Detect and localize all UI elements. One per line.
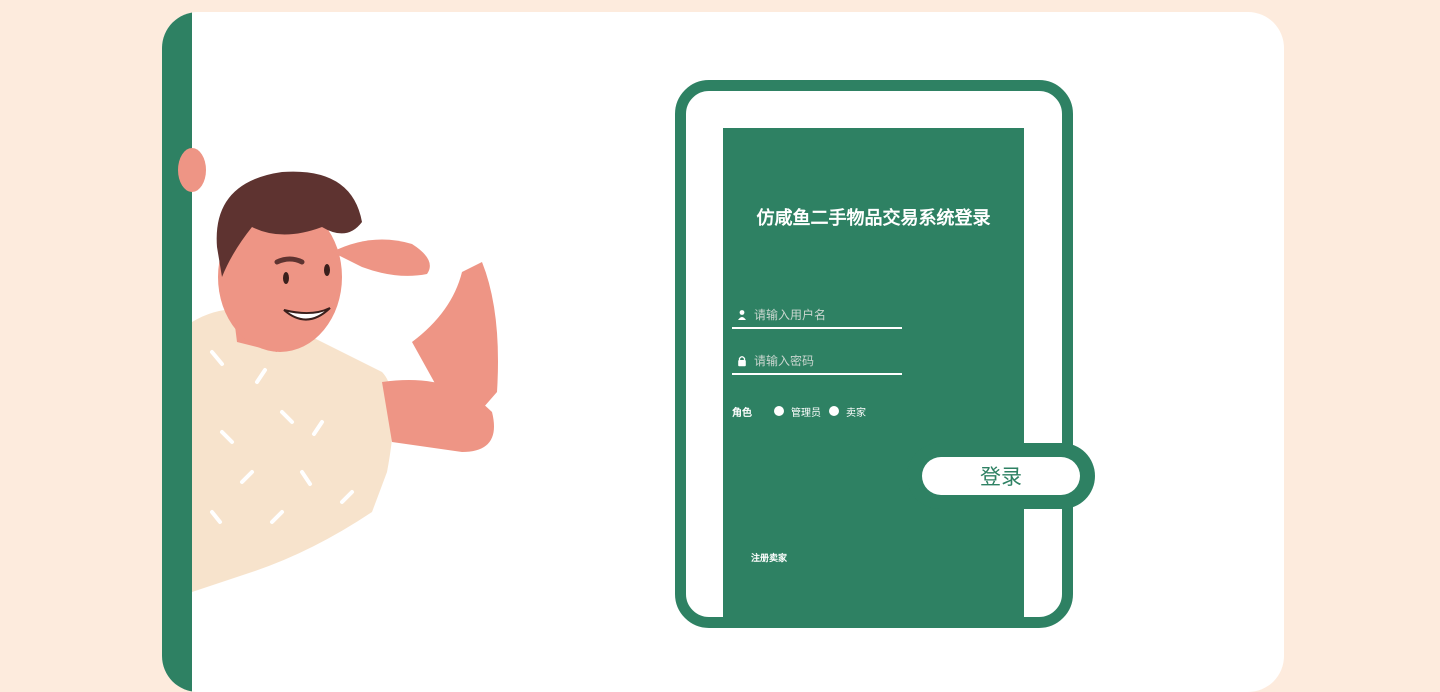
user-icon <box>738 310 746 320</box>
role-radio-seller[interactable]: 卖家 <box>829 404 866 419</box>
login-button-container: 登录 <box>907 443 1095 509</box>
password-input[interactable] <box>754 351 899 371</box>
radio-circle[interactable] <box>774 406 784 416</box>
role-radio-admin[interactable]: 管理员 <box>774 404 821 419</box>
radio-circle[interactable] <box>829 406 839 416</box>
username-input[interactable] <box>754 305 899 325</box>
login-button[interactable]: 登录 <box>922 457 1080 495</box>
login-title: 仿咸鱼二手物品交易系统登录 <box>756 208 991 229</box>
role-selector: 角色 管理员 卖家 <box>732 404 874 419</box>
role-label: 角色 <box>732 407 752 419</box>
password-field[interactable] <box>732 349 902 375</box>
register-seller-link[interactable]: 注册卖家 <box>751 551 787 564</box>
lock-icon <box>738 356 746 367</box>
username-field[interactable] <box>732 303 902 329</box>
role-option-label: 管理员 <box>791 407 821 419</box>
login-panel: 仿咸鱼二手物品交易系统登录 角色 管理员 卖家 注册卖家 <box>723 128 1024 618</box>
role-option-label: 卖家 <box>846 407 866 419</box>
person-peeking-illustration <box>178 148 498 592</box>
